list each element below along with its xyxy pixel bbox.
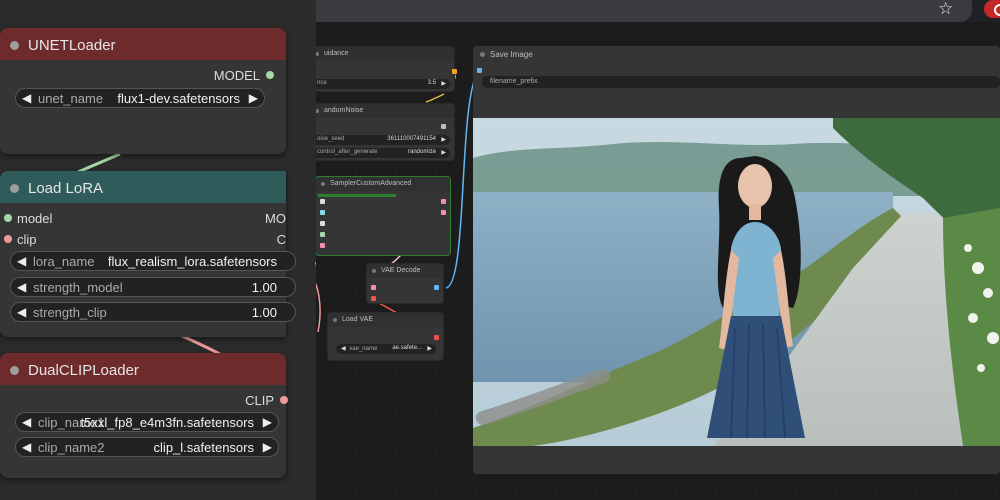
decrement-arrow-icon[interactable]: ◀ bbox=[22, 415, 31, 429]
conditioning-output-pin[interactable] bbox=[452, 69, 457, 74]
vae-decode-title: VAE Decode bbox=[367, 264, 443, 278]
increment-arrow-icon[interactable]: ▶ bbox=[263, 415, 272, 429]
model-input-label: model bbox=[17, 211, 53, 226]
dual-clip-loader-header: DualCLIPLoader bbox=[0, 353, 286, 385]
model-output-pin[interactable] bbox=[266, 71, 274, 79]
decrement-arrow-icon[interactable]: ◀ bbox=[341, 346, 346, 352]
unet-loader-node[interactable]: UNETLoader MODEL ◀ unet_name flux1-dev.s… bbox=[0, 28, 286, 154]
guider-input-pin[interactable] bbox=[320, 210, 325, 215]
model-input-pin[interactable] bbox=[4, 214, 12, 222]
load-lora-node[interactable]: Load LoRA model MO clip C ◀ lora_name fl… bbox=[0, 171, 296, 337]
increment-arrow-icon[interactable]: ▶ bbox=[441, 149, 446, 156]
vae-name-value: ae.safete... bbox=[392, 345, 422, 351]
increment-arrow-icon[interactable]: ▶ bbox=[441, 80, 446, 87]
decrement-arrow-icon[interactable]: ◀ bbox=[22, 91, 31, 105]
vae-output-pin[interactable] bbox=[434, 335, 439, 340]
clip-output-pin[interactable] bbox=[280, 396, 288, 404]
image-output-pin[interactable] bbox=[434, 285, 439, 290]
clip-name1-value: t5xxl_fp8_e4m3fn.safetensors bbox=[80, 415, 254, 430]
clip-name2-label: clip_name2 bbox=[38, 440, 105, 455]
dual-clip-loader-node[interactable]: DualCLIPLoader CLIP ◀ clip_name1 t5xxl_f… bbox=[0, 353, 288, 478]
latent-input-pin[interactable] bbox=[320, 243, 325, 248]
model-output-label: MO bbox=[265, 211, 286, 226]
lora-name-value: flux_realism_lora.safetensors bbox=[107, 254, 277, 269]
strength-model-label: strength_model bbox=[33, 280, 123, 295]
output-pin[interactable] bbox=[441, 199, 446, 204]
load-vae-title: Load VAE bbox=[328, 313, 443, 327]
vae-input-pin[interactable] bbox=[371, 296, 376, 301]
strength-clip-label: strength_clip bbox=[33, 305, 107, 320]
clip-name2-widget[interactable]: ◀ clip_name2 clip_l.safetensors ▶ bbox=[15, 437, 279, 457]
images-input-pin[interactable] bbox=[477, 68, 482, 73]
record-icon[interactable] bbox=[984, 0, 1000, 18]
noise-input-pin[interactable] bbox=[320, 199, 325, 204]
random-noise-node[interactable]: andomNoise oise_seed 361110007491154 ▶ c… bbox=[309, 103, 455, 161]
control-after-generate-value: randomize bbox=[407, 149, 436, 155]
output-image-preview[interactable] bbox=[473, 118, 1000, 446]
increment-arrow-icon[interactable]: ▶ bbox=[249, 91, 258, 105]
star-icon[interactable]: ☆ bbox=[938, 0, 953, 19]
clip-input-pin[interactable] bbox=[4, 235, 12, 243]
lora-name-label: lora_name bbox=[33, 254, 95, 269]
clip-input-label: clip bbox=[17, 232, 37, 247]
unet-name-label: unet_name bbox=[38, 91, 104, 106]
load-lora-header: Load LoRA bbox=[0, 171, 286, 203]
sampler-input-pin[interactable] bbox=[320, 221, 325, 226]
address-bar[interactable] bbox=[316, 0, 972, 22]
increment-arrow-icon[interactable]: ▶ bbox=[263, 440, 272, 454]
save-image-title: Save Image bbox=[473, 46, 1000, 62]
increment-arrow-icon[interactable]: ▶ bbox=[441, 136, 446, 143]
unet-loader-title: UNETLoader bbox=[28, 37, 116, 54]
noise-seed-value: 361110007491154 bbox=[387, 136, 436, 142]
decrement-arrow-icon[interactable]: ◀ bbox=[17, 280, 26, 294]
clip-name2-value: clip_l.safetensors bbox=[153, 440, 254, 455]
vae-decode-node[interactable]: VAE Decode bbox=[366, 263, 444, 304]
sampler-custom-advanced-node[interactable]: SamplerCustomAdvanced bbox=[315, 176, 451, 256]
decrement-arrow-icon[interactable]: ◀ bbox=[22, 440, 31, 454]
noise-output-pin[interactable] bbox=[441, 124, 446, 129]
clip-name1-widget[interactable]: ◀ clip_name1 t5xxl_fp8_e4m3fn.safetensor… bbox=[15, 412, 279, 432]
load-lora-title: Load LoRA bbox=[28, 180, 104, 197]
control-after-generate-widget[interactable]: control_after_generate randomize ▶ bbox=[312, 148, 450, 158]
load-vae-node[interactable]: Load VAE ◀ vae_name ae.safete... ▶ bbox=[327, 312, 444, 361]
lora-name-widget[interactable]: ◀ lora_name flux_realism_lora.safetensor… bbox=[10, 251, 296, 271]
sigmas-input-pin[interactable] bbox=[320, 232, 325, 237]
decrement-arrow-icon[interactable]: ◀ bbox=[17, 305, 26, 319]
filename-prefix-widget[interactable]: filename_prefix bbox=[482, 76, 1000, 88]
sampler-progress-bar bbox=[318, 194, 396, 197]
unet-name-widget[interactable]: ◀ unet_name flux1-dev.safetensors ▶ bbox=[15, 88, 265, 108]
control-after-generate-label: control_after_generate bbox=[317, 149, 378, 155]
sampler-title: SamplerCustomAdvanced bbox=[316, 177, 450, 191]
filename-prefix-label: filename_prefix bbox=[490, 78, 538, 85]
flux-guidance-node[interactable]: uidance nce 3.5 ▶ bbox=[309, 46, 457, 92]
noise-seed-label: oise_seed bbox=[317, 136, 345, 142]
noise-seed-widget[interactable]: oise_seed 361110007491154 ▶ bbox=[312, 135, 450, 145]
strength-model-value: 1.00 bbox=[251, 280, 277, 295]
random-noise-title: andomNoise bbox=[310, 104, 454, 118]
zoomed-graph-panel[interactable]: UNETLoader MODEL ◀ unet_name flux1-dev.s… bbox=[0, 0, 316, 500]
strength-clip-value: 1.00 bbox=[251, 305, 277, 320]
unet-loader-header: UNETLoader bbox=[0, 28, 286, 60]
clip-output-label: C bbox=[276, 232, 286, 247]
vae-name-widget[interactable]: ◀ vae_name ae.safete... ▶ bbox=[336, 344, 436, 354]
dual-clip-loader-title: DualCLIPLoader bbox=[28, 362, 139, 379]
decrement-arrow-icon[interactable]: ◀ bbox=[17, 254, 26, 268]
strength-model-widget[interactable]: ◀ strength_model 1.00 bbox=[10, 277, 296, 297]
increment-arrow-icon[interactable]: ▶ bbox=[427, 345, 432, 352]
model-output-label: MODEL bbox=[213, 68, 260, 83]
vae-name-label: vae_name bbox=[349, 346, 378, 352]
unet-name-value: flux1-dev.safetensors bbox=[117, 91, 240, 106]
samples-input-pin[interactable] bbox=[371, 285, 376, 290]
guidance-label: nce bbox=[317, 80, 327, 86]
save-image-node[interactable]: Save Image filename_prefix bbox=[473, 46, 1000, 474]
guidance-value: 3.5 bbox=[427, 80, 436, 86]
denoised-output-pin[interactable] bbox=[441, 210, 446, 215]
clip-output-label: CLIP bbox=[245, 393, 274, 408]
generated-image bbox=[473, 118, 1000, 446]
guidance-widget[interactable]: nce 3.5 ▶ bbox=[312, 79, 450, 89]
flux-guidance-title: uidance bbox=[310, 47, 454, 61]
strength-clip-widget[interactable]: ◀ strength_clip 1.00 bbox=[10, 302, 296, 322]
